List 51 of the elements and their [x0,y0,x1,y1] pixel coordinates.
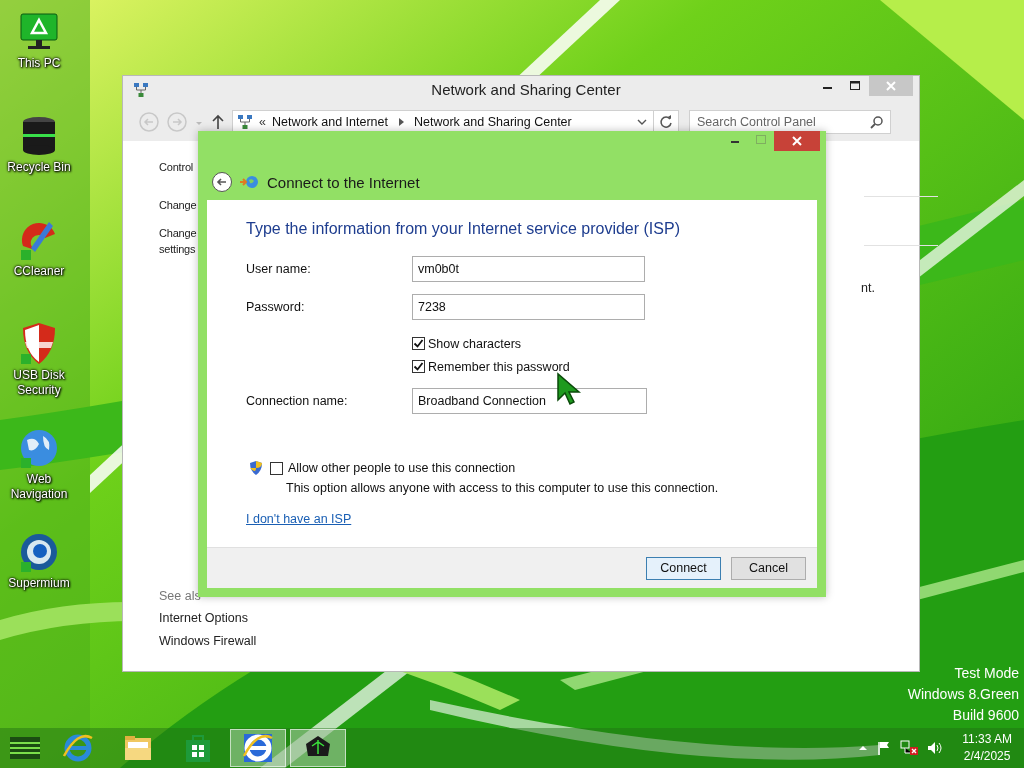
checkbox[interactable] [412,337,425,350]
checkbox[interactable] [412,360,425,373]
browser-icon [62,732,94,764]
side-link[interactable]: Control [159,159,198,175]
checkbox-label[interactable]: Show characters [428,336,522,351]
dialog-title: Connect to the Internet [267,173,420,191]
field-label: User name: [246,262,312,276]
refresh-icon[interactable] [653,110,679,134]
side-link[interactable]: Change [159,197,198,213]
description-text: This option allows anyone with access to this computer to use this connection. [286,481,720,495]
network-icon [237,114,253,130]
desktop-notice-text: Test Mode [953,664,1019,683]
window-title: Network and Sharing Center [430,81,622,98]
network-icon [133,81,149,98]
globe-connection-icon [239,174,259,190]
body-text: nt. [861,281,875,295]
desktop-notice-text: Windows 8.Green [907,685,1019,704]
input-field[interactable]: 7238 [412,294,645,320]
breadcrumb[interactable]: Network and Sharing Center [414,115,572,129]
cancel-button[interactable]: Cancel [731,556,806,580]
browser-icon [242,732,274,764]
network-error-icon[interactable] [900,740,919,756]
back-icon[interactable] [211,171,233,193]
clock-date[interactable]: 2/4/2025 [963,748,1011,765]
clock-time[interactable]: 11:33 AM [962,731,1012,748]
breadcrumb[interactable]: Network and Internet [271,115,388,129]
overflow-chevron[interactable]: « [259,115,266,129]
close-icon[interactable] [774,131,820,151]
search-field[interactable]: Search Control Panel [689,110,891,134]
side-link[interactable]: Internet Options [159,611,359,626]
side-link[interactable]: Change settings [159,225,198,257]
input-field[interactable]: vm0b0t [412,256,645,282]
desktop-notice-text: Build 9600 [951,706,1019,725]
start-icon[interactable] [8,734,42,762]
speaker-icon[interactable] [926,740,945,756]
address-bar[interactable]: « Network and Internet Network and Sharing Center [232,110,654,134]
connect-button[interactable]: Connect [646,556,721,580]
side-link[interactable]: Windows Firewall [159,634,359,649]
checkbox[interactable] [270,461,283,475]
show-hidden-icon[interactable] [858,743,869,753]
field-label: Connection name: [246,394,349,408]
search-icon[interactable] [870,115,884,129]
input-field[interactable]: Broadband Connection [412,388,647,414]
pointer-icon [556,372,582,406]
taskbar-button[interactable] [290,729,346,767]
shield-icon [248,460,264,476]
checkbox-label[interactable]: Allow other people to use this connection [288,461,516,475]
link[interactable]: I don't have an ISP [246,512,352,526]
instruction-heading: Type the information from your Internet service provider (ISP) [246,220,681,238]
field-label: Password: [246,300,306,314]
checkbox-label[interactable]: Remember this password [428,359,570,374]
